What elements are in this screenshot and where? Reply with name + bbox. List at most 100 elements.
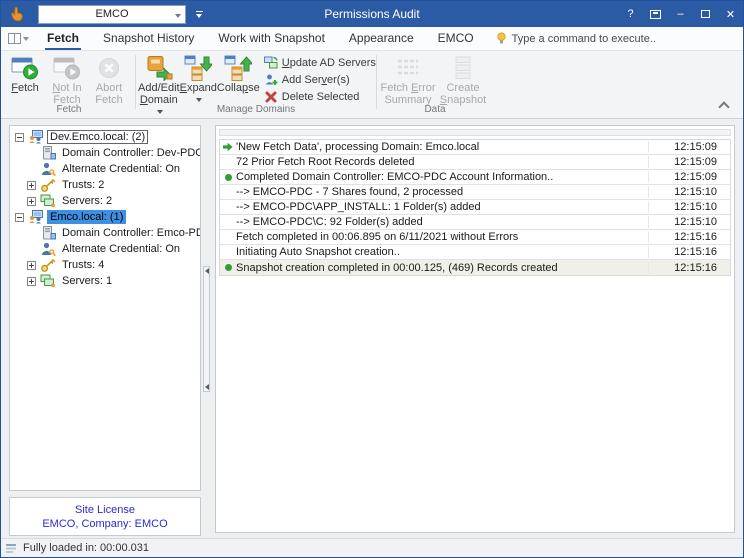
log-rows: 'New Fetch Data', processing Domain: Emc… [219, 139, 731, 276]
help-icon: ? [627, 8, 633, 20]
fetch-error-summary-button[interactable]: Fetch Error Summary [379, 52, 437, 106]
minimize-button[interactable]: – [668, 2, 693, 26]
tree-item-domain-controller[interactable]: Domain Controller: Dev-PDC [10, 145, 200, 161]
abort-fetch-button[interactable]: Abort Fetch [89, 52, 129, 106]
window-options-icon [650, 10, 661, 19]
log-row[interactable]: --> EMCO-PDC\C: 92 Folder(s) added 12:15… [220, 215, 730, 230]
log-row[interactable]: Fetch completed in 00:06.895 on 6/11/202… [220, 230, 730, 245]
log-timestamp: 12:15:10 [648, 186, 730, 198]
tab-appearance[interactable]: Appearance [347, 27, 416, 50]
customize-quick-access-button[interactable] [192, 6, 206, 22]
collapse-node-icon[interactable] [15, 133, 24, 142]
tree-item-domain[interactable]: Dev.Emco.local: (2) [10, 129, 200, 145]
tab-snapshot-history[interactable]: Snapshot History [101, 27, 196, 50]
log-row[interactable]: --> EMCO-PDC\APP_INSTALL: 1 Folder(s) ad… [220, 200, 730, 215]
combo-caret-icon [175, 14, 181, 18]
expand-icon [184, 54, 212, 82]
add-servers-button[interactable]: Add Server(s) [260, 72, 380, 88]
trusts-key-icon [40, 257, 56, 273]
status-list-icon [5, 542, 17, 554]
ribbon-group-data: Fetch Error Summary Create Snapshot [379, 52, 491, 105]
tree-item-trusts[interactable]: Trusts: 2 [10, 177, 200, 193]
log-row[interactable]: --> EMCO-PDC - 7 Shares found, 2 process… [220, 185, 730, 200]
expand-node-icon[interactable] [27, 181, 36, 190]
log-row[interactable]: Snapshot creation completed in 00:00.125… [220, 260, 730, 275]
green-arrow-icon [223, 142, 233, 152]
maximize-button[interactable] [693, 2, 718, 26]
window-options-button[interactable] [643, 2, 668, 26]
tree-item-domain[interactable]: Emco.local: (1) [10, 209, 200, 225]
delete-selected-button[interactable]: Delete Selected [260, 89, 380, 105]
command-placeholder: Type a command to execute.. [512, 33, 656, 45]
expand-node-icon[interactable] [27, 277, 36, 286]
log-timestamp: 12:15:16 [648, 246, 730, 258]
tab-work-with-snapshot[interactable]: Work with Snapshot [216, 27, 327, 50]
tab-emco[interactable]: EMCO [436, 27, 476, 50]
tree-item-servers[interactable]: Servers: 1 [10, 273, 200, 289]
update-ad-servers-icon [264, 56, 278, 70]
tree-item-trusts[interactable]: Trusts: 4 [10, 257, 200, 273]
manage-domains-small-buttons: Update AD Servers Add Server(s) Delete S… [260, 52, 380, 105]
chevron-down-icon [196, 14, 202, 18]
tree-log-splitter[interactable] [203, 266, 210, 392]
ribbon-tab-row: Fetch Snapshot History Work with Snapsho… [1, 27, 743, 51]
app-window: EMCO Permissions Audit ? – ✕ Fetch Snaps… [0, 0, 744, 558]
domain-icon [28, 129, 44, 145]
credential-icon [40, 241, 56, 257]
ribbon: Fetch Not In Fetch Abort Fetch Fetch Add… [1, 51, 743, 119]
fetch-icon [11, 54, 39, 82]
group-label-fetch: Fetch [5, 104, 133, 117]
fetch-error-summary-icon [394, 54, 422, 82]
domain-tree-panel: Dev.Emco.local: (2) Domain Controller: D… [9, 125, 201, 491]
log-row[interactable]: 'New Fetch Data', processing Domain: Emc… [220, 140, 730, 155]
servers-icon [40, 273, 56, 289]
quick-access-combo[interactable]: EMCO [38, 5, 186, 24]
quick-access-combo-value: EMCO [96, 8, 129, 20]
license-owner: EMCO, Company: EMCO [42, 517, 167, 531]
add-edit-domain-icon [144, 54, 174, 82]
log-timestamp: 12:15:09 [648, 171, 730, 183]
collapse-panel-icon[interactable] [205, 268, 209, 274]
title-bar: EMCO Permissions Audit ? – ✕ [1, 1, 743, 27]
tree-item-alternate-credential[interactable]: Alternate Credential: On [10, 161, 200, 177]
collapse-node-icon[interactable] [15, 213, 24, 222]
log-row[interactable]: 72 Prior Fetch Root Records deleted 12:1… [220, 155, 730, 170]
collapse-button[interactable]: Collapse [217, 52, 260, 94]
trusts-key-icon [40, 177, 56, 193]
tree-item-servers[interactable]: Servers: 2 [10, 193, 200, 209]
close-button[interactable]: ✕ [718, 2, 743, 26]
domain-controller-icon [40, 145, 56, 161]
log-row[interactable]: Completed Domain Controller: EMCO-PDC Ac… [220, 170, 730, 185]
ribbon-options-button[interactable] [1, 33, 35, 44]
license-info-box: Site License EMCO, Company: EMCO [9, 497, 201, 536]
log-timestamp: 12:15:09 [648, 156, 730, 168]
collapse-panel-icon[interactable] [205, 384, 209, 390]
log-timestamp: 12:15:16 [648, 231, 730, 243]
log-timestamp: 12:15:10 [648, 216, 730, 228]
collapse-ribbon-button[interactable] [720, 101, 729, 108]
domain-icon [28, 209, 44, 225]
ribbon-options-icon [8, 33, 21, 44]
log-column-header[interactable] [219, 129, 731, 136]
help-button[interactable]: ? [618, 2, 643, 26]
expand-button[interactable]: Expand [180, 52, 217, 106]
tree-item-alternate-credential[interactable]: Alternate Credential: On [10, 241, 200, 257]
collapse-icon [224, 54, 252, 82]
group-separator [135, 55, 136, 109]
ribbon-group-fetch: Fetch Not In Fetch Abort Fetch [5, 52, 133, 105]
maximize-icon [701, 10, 710, 18]
ribbon-group-manage-domains: Add/Edit Domain Expand Collapse Update A… [138, 52, 374, 105]
fetch-button[interactable]: Fetch [5, 52, 45, 94]
delete-selected-icon [264, 90, 278, 104]
tree-item-domain-controller[interactable]: Domain Controller: Emco-PDC [10, 225, 200, 241]
command-search-box[interactable]: Type a command to execute.. [496, 32, 656, 45]
expand-node-icon[interactable] [27, 261, 36, 270]
green-dot-icon [225, 264, 232, 271]
expand-node-icon[interactable] [27, 197, 36, 206]
green-dot-icon [225, 174, 232, 181]
not-in-fetch-button[interactable]: Not In Fetch [45, 52, 89, 106]
update-ad-servers-button[interactable]: Update AD Servers [260, 55, 380, 71]
create-snapshot-button[interactable]: Create Snapshot [437, 52, 489, 106]
log-row[interactable]: Initiating Auto Snapshot creation.. 12:1… [220, 245, 730, 260]
tab-fetch[interactable]: Fetch [45, 27, 81, 50]
